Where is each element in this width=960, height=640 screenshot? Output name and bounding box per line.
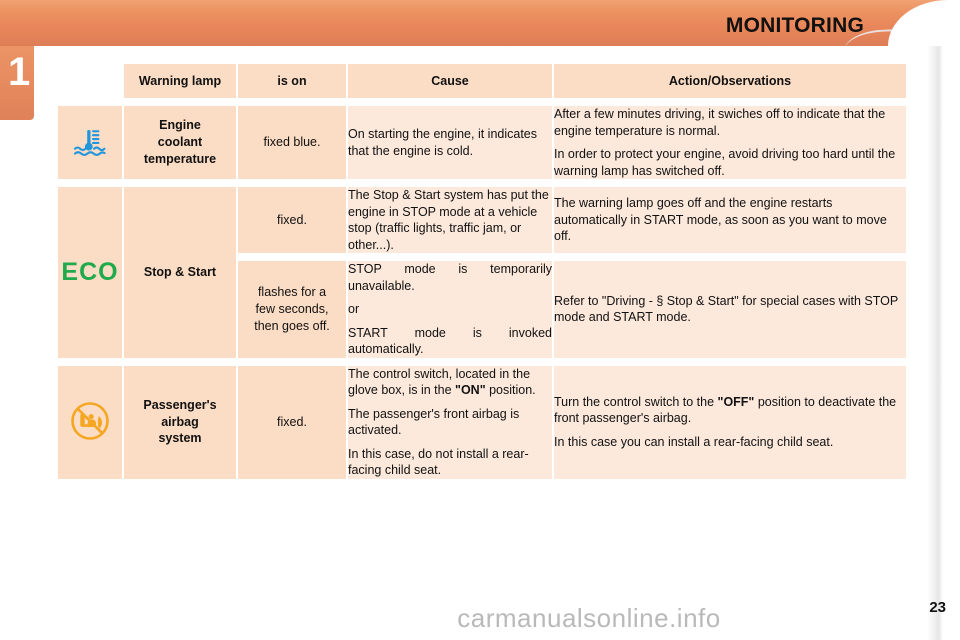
warning-lamp-cause: STOP mode is temporarily unavailable. or… <box>348 261 552 358</box>
cause-paragraph: In this case, do not install a rear-faci… <box>348 446 529 478</box>
warning-lamp-action: The warning lamp goes off and the engine… <box>554 187 906 253</box>
is-on-line: then goes off. <box>254 318 330 333</box>
action-paragraph: Turn the control switch to the "OFF" pos… <box>554 394 906 427</box>
no-rear-facing-child-seat-icon <box>62 398 118 444</box>
action-paragraph: In this case you can install a rear-faci… <box>554 434 834 449</box>
action-text-part: Turn the control switch to the <box>554 394 718 409</box>
cause-paragraph: STOP mode is temporarily unavailable. <box>348 262 552 293</box>
table-spacer-row <box>58 359 906 364</box>
warning-lamp-action: Refer to "Driving - § Stop & Start" for … <box>554 261 906 358</box>
cause-paragraph: The Stop & Start system has put the engi… <box>348 188 549 252</box>
cause-text-part: position. <box>485 383 536 397</box>
cause-paragraph: The control switch, located in the glove… <box>348 366 552 399</box>
warning-lamp-icon-cell: ECO <box>58 187 122 358</box>
warning-lamp-icon-cell <box>58 365 122 479</box>
warning-lamps-table: Warning lamp is on Cause Action/Observat… <box>56 62 908 481</box>
warning-lamp-action: Turn the control switch to the "OFF" pos… <box>554 365 906 479</box>
warning-lamp-name-line: system <box>158 431 202 446</box>
warning-lamp-name: Passenger's airbag system <box>124 365 236 479</box>
action-paragraph: After a few minutes driving, it swiches … <box>554 107 886 138</box>
no-rear-facing-child-seat-icon-svg <box>71 401 109 440</box>
warning-lamp-name-line: airbag <box>161 414 199 429</box>
page-title: MONITORING <box>725 14 864 37</box>
action-paragraph: In order to protect your engine, avoid d… <box>554 147 896 178</box>
is-on-line: few seconds, <box>255 301 329 316</box>
warning-lamp-name-line: Stop & Start <box>143 264 217 279</box>
cause-paragraph: On starting the engine, it indicates tha… <box>348 127 538 158</box>
table-spacer-cell <box>238 255 906 259</box>
watermark: carmanualsonline.info <box>457 603 721 633</box>
warning-lamp-name-line: coolant <box>157 135 203 150</box>
warning-lamp-name-line: Passenger's <box>143 397 217 412</box>
column-header-action: Action/Observations <box>554 64 906 98</box>
warning-lamp-cause: The control switch, located in the glove… <box>348 365 552 479</box>
warning-lamp-is-on: fixed. <box>238 365 346 479</box>
action-paragraph: Refer to "Driving - § Stop & Start" for … <box>554 293 898 325</box>
table-row: Passenger's airbag system fixed. The con… <box>58 365 906 479</box>
table-header-row: Warning lamp is on Cause Action/Observat… <box>58 64 906 98</box>
coolant-temperature-icon-svg <box>73 129 106 156</box>
warning-lamp-name-line: Engine <box>159 118 201 133</box>
table-spacer-cell <box>58 181 906 185</box>
table-spacer-row <box>58 100 906 104</box>
eco-logo-icon: ECO <box>61 249 119 295</box>
warning-lamp-name: Stop & Start <box>124 187 236 358</box>
table-spacer-cell <box>58 359 906 364</box>
warning-lamps-table-container: Warning lamp is on Cause Action/Observat… <box>56 62 906 481</box>
cause-paragraph: START mode is invoked automatically. <box>348 325 552 357</box>
warning-lamp-cause: On starting the engine, it indicates tha… <box>348 106 552 179</box>
action-paragraph: The warning lamp goes off and the engine… <box>554 196 887 244</box>
coolant-temperature-icon <box>62 120 118 166</box>
table-row: ECO Stop & Start fixed. The Stop & Start… <box>58 187 906 358</box>
warning-lamp-name: Engine coolant temperature <box>124 106 236 179</box>
chapter-number: 1 <box>8 50 31 94</box>
header-spacer-cell <box>58 64 122 98</box>
warning-lamp-is-on: flashes for a few seconds, then goes off… <box>238 261 346 358</box>
warning-lamp-is-on: fixed blue. <box>238 106 346 179</box>
warning-lamp-icon-cell <box>58 106 122 179</box>
column-header-warning-lamp: Warning lamp <box>124 64 236 98</box>
column-header-is-on: is on <box>238 64 346 98</box>
column-header-cause: Cause <box>348 64 552 98</box>
cause-text-bold: "ON" <box>455 383 486 397</box>
page-edge-shadow <box>927 46 943 640</box>
eco-logo-text: ECO <box>61 257 119 286</box>
cause-paragraph: The passenger's front airbag is activate… <box>348 406 520 438</box>
warning-lamp-is-on: fixed. <box>238 187 346 253</box>
action-text-bold: "OFF" <box>717 394 755 409</box>
warning-lamp-name-line: temperature <box>143 151 217 166</box>
warning-lamp-action: After a few minutes driving, it swiches … <box>554 106 906 179</box>
table-spacer-cell <box>58 100 906 104</box>
is-on-line: flashes for a <box>257 284 327 299</box>
table-spacer-row <box>58 181 906 185</box>
cause-paragraph: or <box>348 302 360 316</box>
table-row: Engine coolant temperature fixed blue. O… <box>58 106 906 179</box>
warning-lamp-cause: The Stop & Start system has put the engi… <box>348 187 552 253</box>
